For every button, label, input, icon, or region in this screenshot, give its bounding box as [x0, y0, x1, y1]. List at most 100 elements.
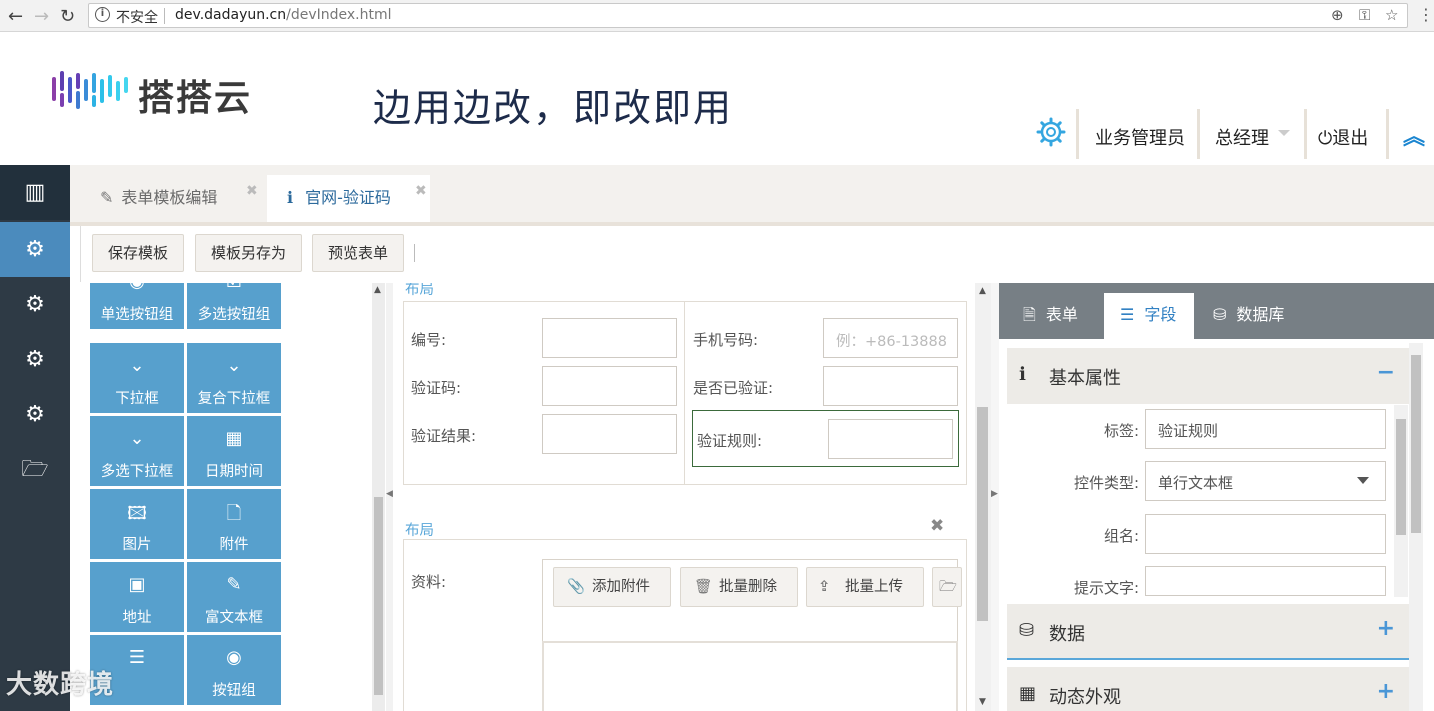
browser-toolbar: ← → ↻ i 不安全 dev.dadayun.cn/devIndex.html… [0, 0, 1434, 32]
caret-down-icon[interactable] [1278, 130, 1290, 136]
palette-item-datetime[interactable]: ▦ 日期时间 [187, 416, 281, 486]
tab-database[interactable]: ⛁ 数据库 [1213, 293, 1284, 339]
palette-scroll-thumb[interactable] [374, 497, 383, 695]
section-dynamic-appearance[interactable]: ▦ 动态外观 + [1007, 667, 1409, 711]
layout-label: 布局 [405, 523, 434, 539]
field-label-code: 验证码: [411, 379, 462, 397]
batch-delete-button[interactable]: 🗑 批量删除 [680, 567, 798, 607]
back-arrow-icon[interactable]: ← [8, 6, 23, 27]
section-basic-properties[interactable]: ℹ 基本属性 − [1007, 348, 1409, 404]
sidebar-toggle-icon[interactable]: ▥ [0, 165, 70, 220]
props-scroll-thumb[interactable] [1396, 419, 1406, 535]
info-icon[interactable]: i [95, 7, 110, 22]
reload-icon[interactable]: ↻ [60, 6, 75, 27]
radio-icon: ◉ [226, 647, 242, 668]
forward-arrow-icon[interactable]: → [34, 6, 49, 27]
tab-verification-code[interactable]: ℹ 官网-验证码 ✖ [267, 175, 430, 223]
user-name[interactable]: 业务管理员 [1095, 124, 1185, 150]
code-input[interactable] [542, 366, 677, 406]
layout-column-divider [684, 301, 685, 485]
close-tab-icon[interactable]: ✖ [246, 169, 258, 214]
address-bar[interactable]: i 不安全 dev.dadayun.cn/devIndex.html ⊕ ⚿ ☆ [88, 3, 1408, 28]
palette-item-dropdown[interactable]: ⌄ 下拉框 [90, 343, 184, 413]
logout-button[interactable]: ⏻退出 [1318, 124, 1368, 150]
info-icon: ℹ [287, 188, 294, 207]
sidebar-gear-icon[interactable]: ⚙ [0, 222, 70, 277]
logo-text: 搭搭云 [138, 78, 253, 119]
settings-gear-icon[interactable] [1036, 117, 1066, 147]
palette-item-attachment[interactable]: 🗋 附件 [187, 489, 281, 559]
number-input[interactable] [542, 318, 677, 358]
app-header: 搭搭云 边用边改，即改即用 业务管理员 总经理 ⏻退出 ︽ [0, 33, 1434, 165]
tag-input[interactable]: 验证规则 [1145, 409, 1386, 449]
collapse-minus-icon[interactable]: − [1377, 360, 1395, 385]
add-attachment-label: 添加附件 [592, 579, 650, 595]
result-input[interactable] [542, 414, 677, 454]
sidebar-gear-icon[interactable]: ⚙ [0, 332, 70, 387]
canvas-scrollbar[interactable]: ▲ ▼ [975, 283, 991, 711]
address-book-icon: ▣ [128, 574, 146, 595]
tab-fields[interactable]: ☰ 字段 [1104, 293, 1194, 339]
tab-label: 表单模板编辑 [121, 188, 218, 207]
splitter-left[interactable]: ◀ [386, 283, 393, 711]
batch-delete-label: 批量删除 [719, 579, 777, 595]
panel-scroll-thumb[interactable] [1411, 355, 1421, 533]
role-dropdown[interactable]: 总经理 [1215, 124, 1269, 150]
palette-item-address[interactable]: ▣ 地址 [90, 562, 184, 632]
section-data[interactable]: ⛁ 数据 + [1007, 604, 1409, 660]
expand-plus-icon[interactable]: + [1377, 679, 1395, 704]
header-divider [1304, 109, 1307, 159]
phone-input[interactable]: 例：+86-13888 [823, 318, 958, 358]
rule-input[interactable] [828, 419, 953, 459]
tab-form[interactable]: 🗎 表单 [1023, 293, 1078, 339]
scroll-up-icon[interactable]: ▲ [374, 285, 381, 295]
tab-form-template-edit[interactable]: ✎ 表单模板编辑 ✖ [100, 175, 270, 223]
palette-item-multi-dropdown[interactable]: ⌄ 多选下拉框 [90, 416, 184, 486]
palette-item-image[interactable]: 🖾 图片 [90, 489, 184, 559]
control-type-select[interactable]: 单行文本框 [1145, 461, 1386, 501]
batch-upload-button[interactable]: ⇪ 批量上传 [806, 567, 924, 607]
panel-scrollbar[interactable] [1409, 343, 1423, 711]
save-template-button[interactable]: 保存模板 [92, 234, 185, 272]
props-scrollbar[interactable] [1394, 405, 1408, 597]
palette-item-radio-group[interactable]: ◉ 单选按钮组 [90, 283, 184, 329]
verified-input[interactable] [823, 366, 958, 406]
zoom-icon[interactable]: ⊕ [1331, 6, 1344, 24]
save-as-template-button[interactable]: 模板另存为 [195, 234, 303, 272]
star-icon[interactable]: ☆ [1385, 6, 1398, 24]
palette-item-button-group[interactable]: ◉ 按钮组 [187, 635, 281, 705]
key-icon[interactable]: ⚿ [1359, 6, 1370, 24]
hint-text-input[interactable] [1145, 566, 1386, 596]
palette-label: 复合下拉框 [197, 391, 271, 407]
splitter-right[interactable]: ▶ [991, 283, 999, 711]
expand-plus-icon[interactable]: + [1377, 616, 1395, 641]
scroll-up-icon[interactable]: ▲ [979, 286, 986, 296]
sidebar-gear-icon[interactable]: ⚙ [0, 277, 70, 332]
palette-label: 日期时间 [205, 464, 263, 480]
security-label: 不安全 [116, 10, 158, 26]
splitter-right-icon[interactable]: ▶ [991, 489, 998, 499]
sidebar-folder-icon[interactable]: 🗁 [0, 442, 70, 497]
palette-item-checkbox-group[interactable]: ☑ 多选按钮组 [187, 283, 281, 329]
canvas-scroll-thumb[interactable] [977, 407, 988, 621]
collapse-up-icon[interactable]: ︽ [1403, 119, 1425, 151]
close-layout-icon[interactable]: ✖ [930, 516, 944, 536]
palette-item-compound-dropdown[interactable]: ⌄ 复合下拉框 [187, 343, 281, 413]
palette-label: 图片 [122, 537, 152, 553]
add-attachment-button[interactable]: 📎 添加附件 [553, 567, 671, 607]
splitter-left-icon[interactable]: ◀ [386, 489, 393, 499]
url-text[interactable]: dev.dadayun.cn/devIndex.html [175, 7, 392, 23]
watermark: 大数跨境 [6, 670, 115, 700]
browser-menu-icon[interactable]: ⋮ [1418, 5, 1434, 24]
batch-upload-label: 批量上传 [845, 579, 903, 595]
palette-label: 附件 [219, 537, 249, 553]
palette-item-richtext[interactable]: ✎ 富文本框 [187, 562, 281, 632]
group-name-input[interactable] [1145, 514, 1386, 554]
scroll-down-icon[interactable]: ▼ [979, 697, 986, 707]
form-canvas: 布局 编号: 验证码: 验证结果: 手机号码: 例：+86-13888 是否已验… [393, 283, 975, 711]
close-tab-icon[interactable]: ✖ [415, 169, 427, 214]
preview-form-button[interactable]: 预览表单 [312, 234, 405, 272]
sidebar-gear-icon[interactable]: ⚙ [0, 387, 70, 442]
palette-scrollbar[interactable]: ▲ [372, 283, 385, 711]
folder-button[interactable]: 🗁 [932, 567, 962, 607]
